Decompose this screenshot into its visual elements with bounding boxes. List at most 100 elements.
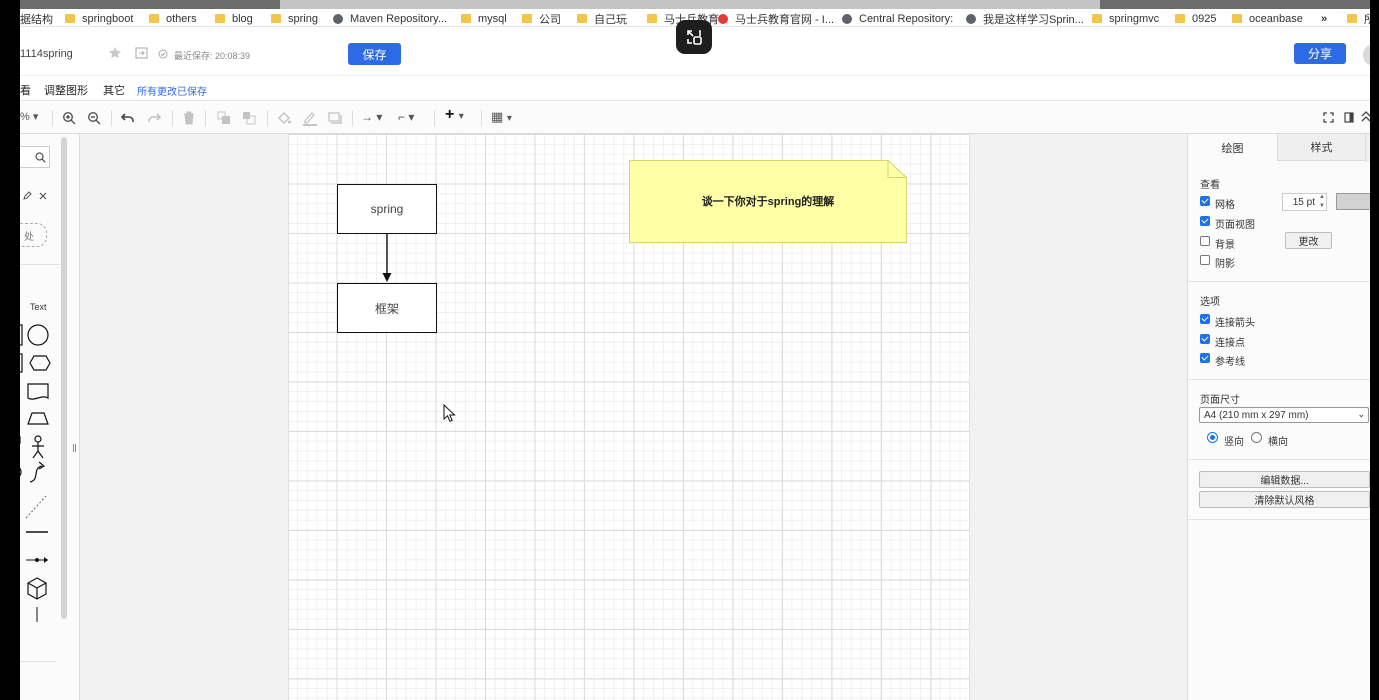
bookmark-item[interactable]: blog	[215, 12, 253, 25]
fill-color-icon[interactable]	[277, 111, 291, 125]
line-color-icon[interactable]	[302, 111, 318, 126]
zoom-select[interactable]: % ▾	[20, 110, 38, 124]
shape-search-input[interactable]	[20, 146, 50, 168]
bookmark-item[interactable]: springmvc	[1092, 12, 1159, 25]
globe-icon	[842, 13, 852, 24]
grid-color-swatch[interactable]	[1336, 193, 1371, 210]
section-divider	[1188, 459, 1371, 460]
page-size-section-title: 页面尺寸	[1200, 395, 1240, 406]
globe-icon	[966, 13, 976, 24]
bookmark-item[interactable]: 我是这样学习Sprin...	[966, 12, 1084, 26]
redo-icon[interactable]	[147, 112, 161, 124]
share-button[interactable]: 分享	[1294, 43, 1346, 64]
landscape-label: 横向	[1268, 437, 1288, 448]
bookmark-item[interactable]: others	[149, 12, 197, 25]
undo-icon[interactable]	[121, 112, 135, 124]
shape-text[interactable]: Text	[30, 302, 47, 312]
toolbar: % ▾ → ▾ ⌐ ▾ + ▾ ▦ ▾	[20, 102, 1371, 134]
toolbar-separator	[52, 110, 53, 126]
screen-edge-left	[0, 0, 20, 700]
folder-icon	[215, 14, 225, 23]
close-icon[interactable]	[39, 192, 47, 200]
format-panel-icon[interactable]	[1344, 112, 1354, 123]
options-section-title: 选项	[1200, 297, 1220, 308]
toolbar-separator	[205, 110, 206, 126]
bookmark-item[interactable]: 公司	[522, 12, 561, 26]
change-background-button[interactable]: 更改	[1285, 232, 1332, 249]
tab-diagram[interactable]: 绘图	[1188, 134, 1277, 161]
save-status-text: 所有更改已保存	[137, 87, 207, 98]
edit-data-button[interactable]: 编辑数据...	[1199, 471, 1370, 488]
bookmark-item[interactable]: springboot	[65, 12, 133, 25]
zoom-in-icon[interactable]	[62, 111, 76, 125]
bookmark-item[interactable]: Maven Repository...	[333, 12, 447, 25]
table-select[interactable]: ▦ ▾	[491, 110, 512, 126]
shadow-icon[interactable]	[328, 112, 342, 124]
bookmark-item[interactable]: 0925	[1175, 12, 1216, 25]
radio-dot	[1210, 435, 1215, 440]
connection-arrows-label: 连接箭头	[1215, 318, 1255, 329]
delete-icon[interactable]	[183, 111, 195, 125]
screen: 据结构 springboot others blog spring Maven …	[0, 0, 1379, 700]
background-checkbox[interactable]	[1200, 236, 1210, 246]
window-restore-overlay-button[interactable]	[676, 20, 712, 54]
folder-icon	[271, 14, 281, 23]
fullscreen-icon[interactable]	[1323, 112, 1334, 123]
diagram-note[interactable]: 谈一下你对于spring的理解	[629, 160, 907, 243]
folder-icon	[647, 14, 657, 23]
folder-icon	[461, 14, 471, 23]
bookmark-item[interactable]: spring	[271, 12, 318, 25]
connection-points-label: 连接点	[1215, 338, 1245, 349]
bookmark-item[interactable]: mysql	[461, 12, 507, 25]
diagram-node-framework[interactable]: 框架	[337, 283, 437, 333]
shapes-panel-scrollbar[interactable]	[61, 137, 67, 619]
shadow-checkbox[interactable]	[1200, 255, 1210, 265]
grid-checkbox[interactable]	[1200, 196, 1210, 206]
bookmark-item[interactable]: Central Repository:	[842, 12, 953, 25]
clear-default-style-button[interactable]: 清除默认风格	[1199, 491, 1370, 508]
bookmarks-more-button[interactable]: »	[1321, 12, 1327, 25]
pencil-icon[interactable]	[23, 191, 32, 200]
tab-style[interactable]: 样式	[1277, 134, 1365, 161]
connection-arrows-checkbox[interactable]	[1200, 314, 1210, 324]
shape-palette[interactable]	[20, 322, 56, 622]
bookmark-item[interactable]: 马士兵教育官网 - I...	[718, 12, 834, 26]
to-back-icon[interactable]	[242, 111, 256, 125]
page-size-select[interactable]: A4 (210 mm x 297 mm) ⌄	[1199, 407, 1369, 423]
portrait-radio[interactable]	[1207, 432, 1218, 443]
star-icon[interactable]	[108, 46, 122, 60]
toolbar-separator	[172, 110, 173, 126]
portrait-label: 竖向	[1224, 437, 1244, 448]
bookmark-item[interactable]: oceanbase	[1232, 12, 1303, 25]
menu-item-arrange[interactable]: 调整图形	[44, 82, 88, 98]
chevron-down-icon: ⌄	[1357, 409, 1365, 419]
grid-size-stepper[interactable]: ▲ ▼	[1319, 193, 1325, 211]
diagram-node-spring[interactable]: spring	[337, 184, 437, 234]
saved-status-icon	[158, 49, 168, 59]
folder-icon	[149, 14, 159, 23]
connection-points-checkbox[interactable]	[1200, 334, 1210, 344]
insert-button[interactable]: + ▾	[445, 107, 464, 124]
toolbar-separator	[267, 110, 268, 126]
bookmark-item[interactable]: 自己玩	[577, 12, 627, 26]
toolbar-separator	[434, 110, 435, 126]
guides-checkbox[interactable]	[1200, 353, 1210, 363]
menu-item-extras[interactable]: 其它	[103, 82, 125, 98]
move-to-folder-icon[interactable]	[135, 47, 148, 59]
page-view-checkbox[interactable]	[1200, 216, 1210, 226]
zoom-out-icon[interactable]	[87, 111, 101, 125]
panel-resize-handle[interactable]	[73, 444, 76, 452]
save-button[interactable]: 保存	[348, 43, 401, 65]
document-title[interactable]: 1114spring	[20, 48, 73, 60]
connection-style-select[interactable]: → ▾	[361, 110, 382, 124]
menu-item-view[interactable]: 看	[20, 82, 31, 98]
note-text: 谈一下你对于spring的理解	[701, 196, 835, 208]
diagram-connector-arrow[interactable]	[380, 234, 394, 283]
bookmark-item[interactable]: 据结构	[20, 12, 53, 26]
to-front-icon[interactable]	[217, 111, 231, 125]
landscape-radio[interactable]	[1251, 432, 1262, 443]
page-view-label: 页面视图	[1215, 220, 1255, 231]
folder-icon	[1092, 14, 1102, 23]
search-icon[interactable]	[35, 152, 46, 163]
waypoint-style-select[interactable]: ⌐ ▾	[398, 110, 414, 124]
